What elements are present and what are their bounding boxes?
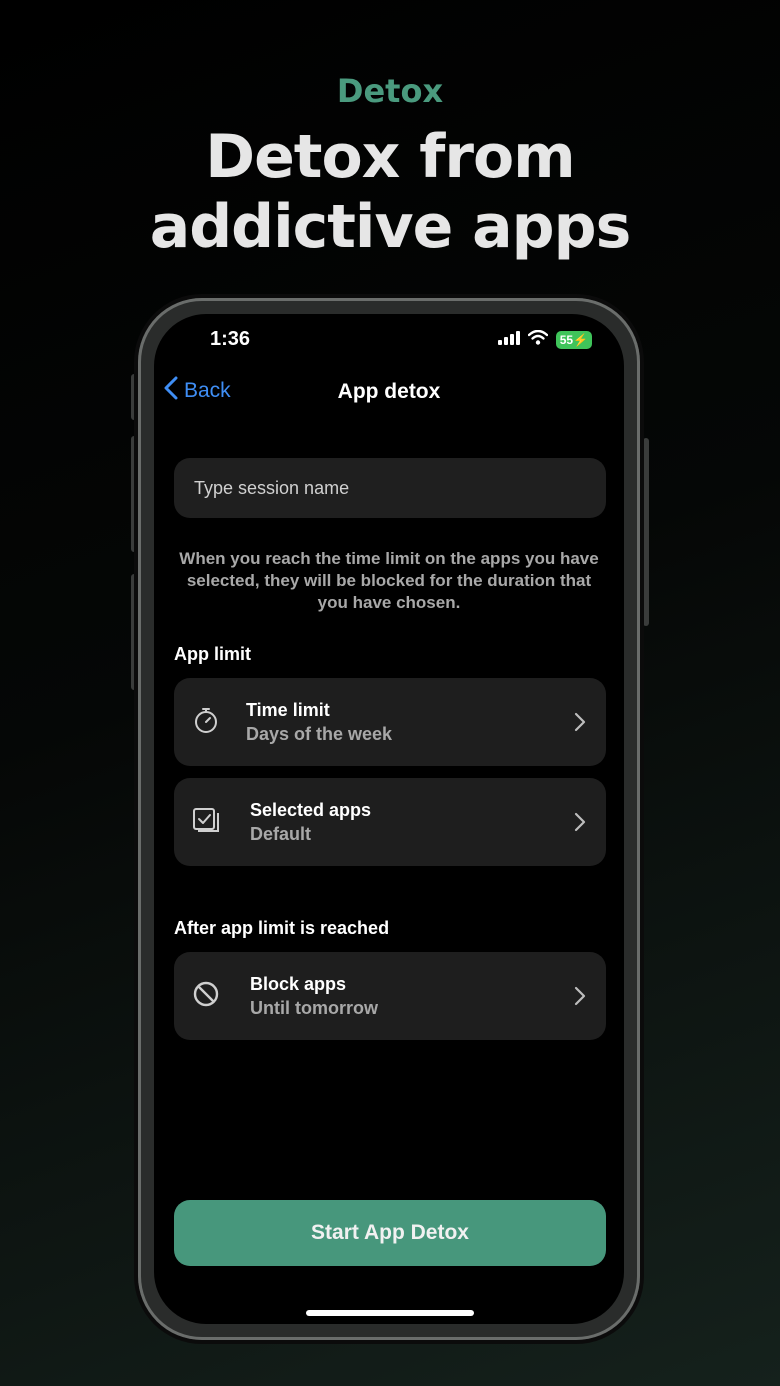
screen-title: App detox xyxy=(337,380,441,403)
block-apps-title: Block apps xyxy=(250,974,347,994)
phone-power-button xyxy=(643,438,649,626)
charging-bolt-icon: ⚡ xyxy=(573,333,588,347)
battery-level: 55 xyxy=(559,333,574,347)
selected-apps-title: Selected apps xyxy=(250,800,372,820)
battery-indicator: 55⚡ xyxy=(555,331,592,349)
phone-volume-down xyxy=(131,574,137,690)
home-indicator[interactable] xyxy=(306,1310,474,1316)
promo-headline: Detox from addictive apps xyxy=(0,122,780,262)
block-apps-subtitle: Until tomorrow xyxy=(250,998,378,1018)
chevron-right-icon xyxy=(574,986,586,1006)
stopwatch-icon xyxy=(192,706,220,734)
promo-eyebrow: Detox xyxy=(336,72,444,110)
selected-apps-card[interactable]: Selected apps Default xyxy=(174,778,606,866)
phone-mute-switch xyxy=(131,374,137,420)
chevron-right-icon xyxy=(574,712,586,732)
checklist-icon xyxy=(192,806,220,834)
time-limit-subtitle: Days of the week xyxy=(246,724,393,744)
status-time: 1:36 xyxy=(210,328,251,350)
time-limit-card[interactable]: Time limit Days of the week xyxy=(174,678,606,766)
session-name-input[interactable] xyxy=(174,458,606,518)
chevron-right-icon xyxy=(574,812,586,832)
selected-apps-subtitle: Default xyxy=(250,824,312,844)
time-limit-title: Time limit xyxy=(246,700,330,720)
headline-line-1: Detox from xyxy=(205,122,575,192)
start-app-detox-button[interactable]: Start App Detox xyxy=(174,1200,606,1266)
wifi-icon xyxy=(527,329,548,350)
phone-volume-up xyxy=(131,436,137,552)
info-text: When you reach the time limit on the app… xyxy=(179,549,599,612)
block-apps-card[interactable]: Block apps Until tomorrow xyxy=(174,952,606,1040)
phone-screen: 1:36 55⚡ Back App detox Type session nam… xyxy=(154,314,624,1324)
cellular-signal-icon xyxy=(497,330,520,350)
section-label-after-limit: After app limit is reached xyxy=(174,918,390,938)
headline-line-2: addictive apps xyxy=(149,192,632,262)
block-icon xyxy=(192,980,220,1008)
status-icons: 55⚡ xyxy=(497,329,592,350)
section-label-app-limit: App limit xyxy=(174,644,251,664)
